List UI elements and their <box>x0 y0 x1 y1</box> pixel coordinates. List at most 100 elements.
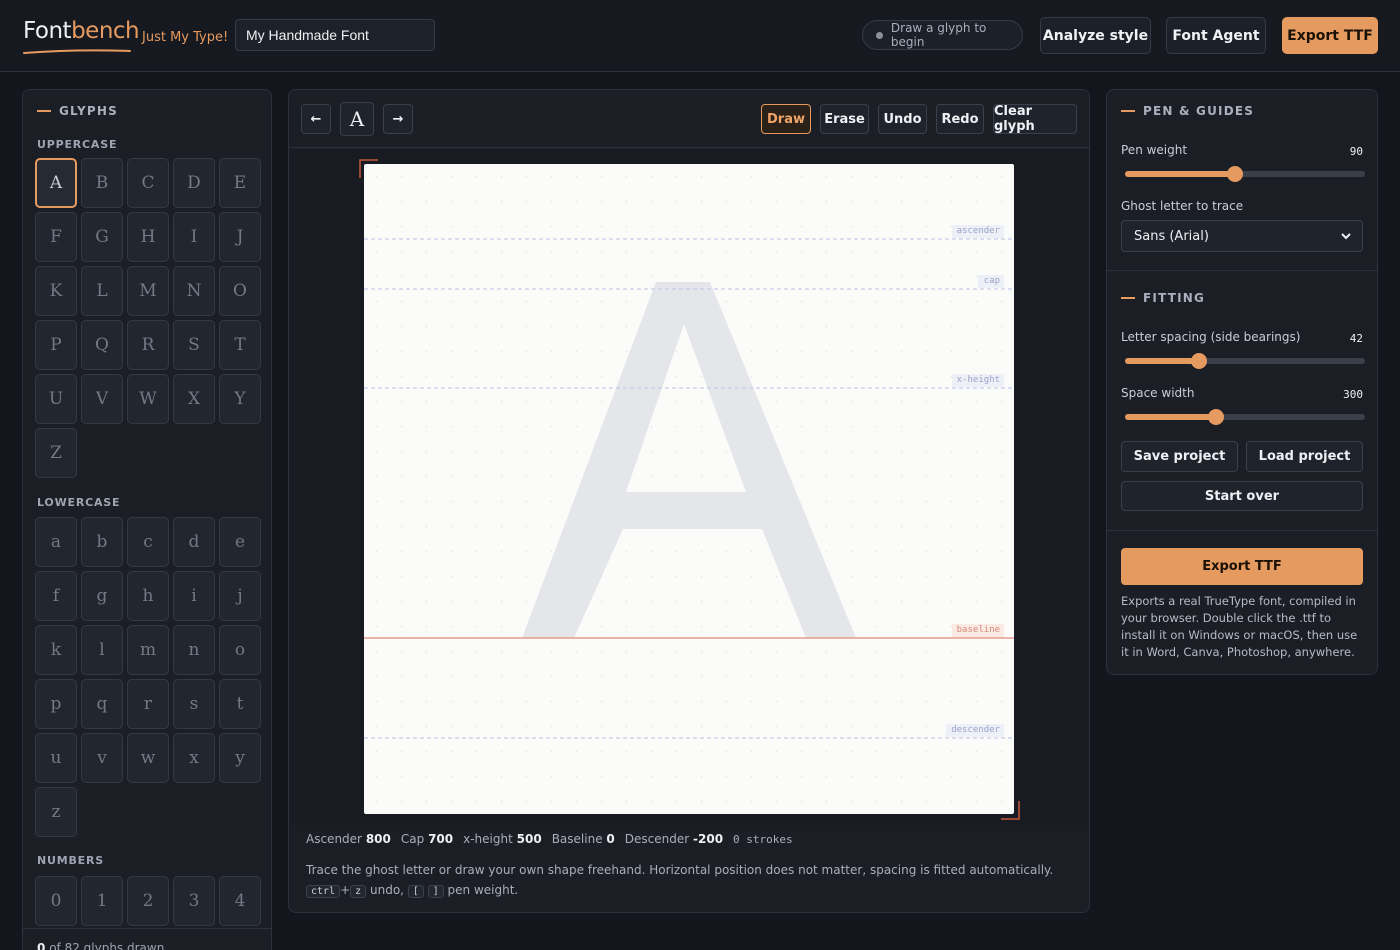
erase-tool-button[interactable]: Erase <box>820 104 869 134</box>
glyph-cell-uppercase-K[interactable]: K <box>35 266 77 316</box>
status-text: Draw a glyph to begin <box>890 21 987 49</box>
numbers-label: NUMBERS <box>37 854 104 867</box>
glyphs-title: GLYPHS <box>37 104 118 118</box>
status-dot-icon <box>876 31 883 39</box>
space-width-slider[interactable] <box>1125 409 1365 425</box>
glyph-cell-uppercase-L[interactable]: L <box>81 266 123 316</box>
glyph-cell-uppercase-R[interactable]: R <box>127 320 169 370</box>
uppercase-grid: ABCDE FGHIJ KLMNO PQRST UVWXY Z <box>35 158 261 478</box>
glyph-cell-uppercase-Y[interactable]: Y <box>219 374 261 424</box>
slider-thumb[interactable] <box>1227 166 1244 182</box>
glyph-cell-lowercase-j[interactable]: j <box>219 571 261 621</box>
ghost-letter-select[interactable]: Sans (Arial) <box>1121 220 1363 252</box>
glyph-cell-uppercase-P[interactable]: P <box>35 320 77 370</box>
glyph-cell-numbers-1[interactable]: 1 <box>81 876 123 926</box>
glyph-cell-numbers-0[interactable]: 0 <box>35 876 77 926</box>
glyph-cell-uppercase-O[interactable]: O <box>219 266 261 316</box>
glyph-cell-uppercase-A[interactable]: A <box>35 158 77 208</box>
glyph-cell-uppercase-T[interactable]: T <box>219 320 261 370</box>
glyph-cell-uppercase-U[interactable]: U <box>35 374 77 424</box>
glyph-cell-lowercase-y[interactable]: y <box>219 733 261 783</box>
help-sentence: Trace the ghost letter or draw your own … <box>306 863 1054 877</box>
glyph-cell-lowercase-s[interactable]: s <box>173 679 215 729</box>
glyph-cell-lowercase-r[interactable]: r <box>127 679 169 729</box>
drawing-canvas[interactable]: ascender cap x-height baseline descender <box>364 164 1014 814</box>
glyph-cell-uppercase-W[interactable]: W <box>127 374 169 424</box>
title-dash-icon <box>1121 110 1135 112</box>
glyph-cell-lowercase-q[interactable]: q <box>81 679 123 729</box>
glyph-cell-uppercase-I[interactable]: I <box>173 212 215 262</box>
slider-thumb[interactable] <box>1191 353 1208 369</box>
glyph-cell-uppercase-C[interactable]: C <box>127 158 169 208</box>
glyph-cell-uppercase-V[interactable]: V <box>81 374 123 424</box>
glyph-cell-uppercase-Z[interactable]: Z <box>35 428 77 478</box>
glyph-cell-lowercase-l[interactable]: l <box>81 625 123 675</box>
glyph-cell-lowercase-b[interactable]: b <box>81 517 123 567</box>
ascender-guide-label: ascender <box>956 226 1000 236</box>
undo-button[interactable]: Undo <box>878 104 927 134</box>
glyph-cell-uppercase-H[interactable]: H <box>127 212 169 262</box>
glyph-cell-lowercase-z[interactable]: z <box>35 787 77 837</box>
glyph-cell-uppercase-G[interactable]: G <box>81 212 123 262</box>
font-agent-button[interactable]: Font Agent <box>1166 17 1266 54</box>
letter-spacing-slider[interactable] <box>1125 353 1365 369</box>
glyph-cell-uppercase-M[interactable]: M <box>127 266 169 316</box>
ascender-metric: Ascender 800 <box>306 832 391 846</box>
glyph-cell-lowercase-p[interactable]: p <box>35 679 77 729</box>
glyph-cell-lowercase-u[interactable]: u <box>35 733 77 783</box>
glyph-cell-uppercase-S[interactable]: S <box>173 320 215 370</box>
glyph-cell-lowercase-g[interactable]: g <box>81 571 123 621</box>
glyph-cell-lowercase-n[interactable]: n <box>173 625 215 675</box>
lowercase-label: LOWERCASE <box>37 496 121 509</box>
glyph-cell-lowercase-c[interactable]: c <box>127 517 169 567</box>
start-over-button[interactable]: Start over <box>1121 481 1363 511</box>
glyph-cell-lowercase-t[interactable]: t <box>219 679 261 729</box>
glyph-cell-lowercase-w[interactable]: w <box>127 733 169 783</box>
ghost-letter-label: Ghost letter to trace <box>1121 199 1244 213</box>
glyph-cell-lowercase-v[interactable]: v <box>81 733 123 783</box>
slider-fill <box>1125 414 1217 420</box>
lowercase-grid: abcde fghij klmno pqrst uvwxy z <box>35 517 261 837</box>
next-glyph-button[interactable]: → <box>383 104 413 134</box>
glyph-cell-numbers-2[interactable]: 2 <box>127 876 169 926</box>
pen-weight-slider[interactable] <box>1125 166 1365 182</box>
app-logo[interactable]: Fontbench <box>23 18 140 44</box>
glyph-cell-numbers-4[interactable]: 4 <box>219 876 261 926</box>
export-note: Exports a real TrueType font, compiled i… <box>1121 594 1358 659</box>
clear-glyph-button[interactable]: Clear glyph <box>993 104 1077 134</box>
glyph-cell-uppercase-E[interactable]: E <box>219 158 261 208</box>
glyph-cell-uppercase-D[interactable]: D <box>173 158 215 208</box>
load-project-button[interactable]: Load project <box>1246 441 1363 472</box>
glyph-cell-lowercase-h[interactable]: h <box>127 571 169 621</box>
glyph-cell-uppercase-J[interactable]: J <box>219 212 261 262</box>
slider-fill <box>1125 171 1236 177</box>
export-ttf-header-button[interactable]: Export TTF <box>1282 17 1378 54</box>
draw-tool-button[interactable]: Draw <box>761 104 811 134</box>
descender-guide-label: descender <box>951 725 1000 735</box>
z-key: z <box>350 885 367 898</box>
glyph-cell-lowercase-x[interactable]: x <box>173 733 215 783</box>
redo-button[interactable]: Redo <box>936 104 984 134</box>
glyph-cell-uppercase-B[interactable]: B <box>81 158 123 208</box>
drawn-count: 0 <box>37 941 46 950</box>
glyph-cell-uppercase-Q[interactable]: Q <box>81 320 123 370</box>
glyph-cell-lowercase-i[interactable]: i <box>173 571 215 621</box>
glyph-cell-lowercase-k[interactable]: k <box>35 625 77 675</box>
glyph-cell-uppercase-N[interactable]: N <box>173 266 215 316</box>
glyph-cell-lowercase-m[interactable]: m <box>127 625 169 675</box>
glyph-cell-lowercase-a[interactable]: a <box>35 517 77 567</box>
font-name-input[interactable] <box>235 19 435 51</box>
glyph-cell-uppercase-F[interactable]: F <box>35 212 77 262</box>
export-ttf-button[interactable]: Export TTF <box>1121 548 1363 585</box>
prev-glyph-button[interactable]: ← <box>301 104 331 134</box>
glyph-cell-lowercase-e[interactable]: e <box>219 517 261 567</box>
letter-spacing-label: Letter spacing (side bearings) <box>1121 330 1301 344</box>
save-project-button[interactable]: Save project <box>1121 441 1238 472</box>
analyze-style-button[interactable]: Analyze style <box>1040 17 1151 54</box>
glyph-cell-numbers-3[interactable]: 3 <box>173 876 215 926</box>
glyph-cell-lowercase-d[interactable]: d <box>173 517 215 567</box>
glyph-cell-lowercase-o[interactable]: o <box>219 625 261 675</box>
slider-thumb[interactable] <box>1208 409 1225 425</box>
glyph-cell-lowercase-f[interactable]: f <box>35 571 77 621</box>
glyph-cell-uppercase-X[interactable]: X <box>173 374 215 424</box>
